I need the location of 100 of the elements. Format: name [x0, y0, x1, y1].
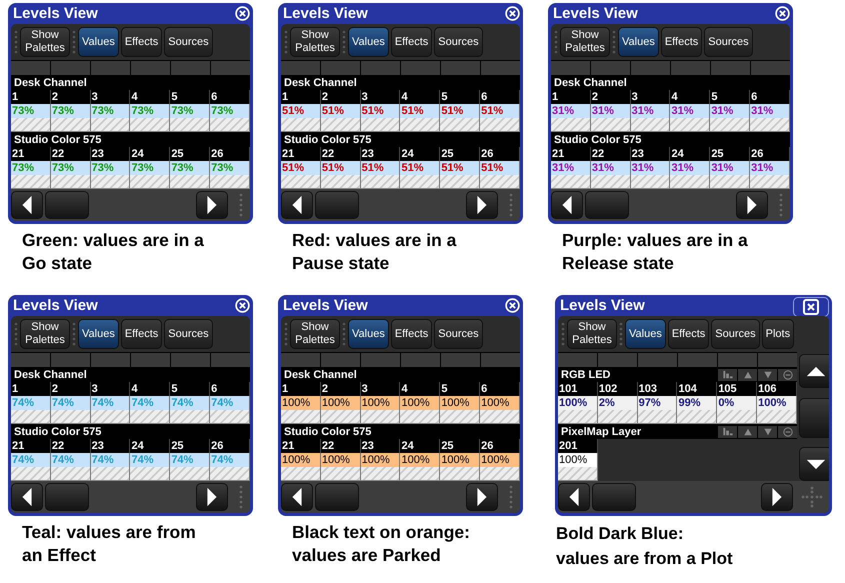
scroll-up-button[interactable] — [799, 354, 829, 388]
channel-number: 1 — [11, 90, 51, 104]
channel-number: 24 — [400, 439, 440, 453]
group-name: Studio Color 575 — [283, 134, 372, 146]
scroll-left-button[interactable] — [281, 483, 313, 511]
hatched-cell — [90, 467, 130, 481]
channel-number: 4 — [130, 90, 170, 104]
level-value: 51% — [320, 161, 361, 175]
close-icon[interactable] — [505, 6, 520, 21]
resize-grip-icon[interactable] — [801, 486, 823, 508]
tab[interactable]: Values — [625, 319, 666, 349]
close-icon[interactable] — [235, 6, 250, 21]
level-value: 73% — [130, 104, 170, 118]
tab[interactable]: Values — [348, 27, 389, 57]
scroll-right-button[interactable] — [736, 191, 768, 219]
scroll-right-button[interactable] — [466, 483, 498, 511]
level-value: 100% — [320, 453, 361, 467]
close-icon[interactable] — [505, 298, 520, 313]
channel-number: 201 — [558, 439, 598, 453]
group-name: Studio Color 575 — [553, 134, 642, 146]
tab[interactable]: Effects — [390, 319, 432, 349]
channel-number: 3 — [90, 382, 130, 396]
channel-number: 5 — [170, 382, 210, 396]
scroll-down-button[interactable] — [799, 447, 829, 481]
tab[interactable]: Show Palettes — [560, 27, 610, 57]
tab[interactable]: Show Palettes — [20, 319, 70, 349]
grip-icon — [72, 321, 76, 347]
channel-number: 5 — [710, 90, 750, 104]
tab[interactable]: Sources — [711, 319, 760, 349]
scroll-thumb[interactable] — [45, 483, 89, 511]
bars-icon[interactable] — [718, 426, 737, 438]
left-triangle-icon — [290, 486, 304, 508]
tab[interactable]: Effects — [120, 319, 162, 349]
channel-number: 25 — [170, 147, 210, 161]
scroll-right-button[interactable] — [761, 483, 793, 511]
grip-icon — [72, 29, 76, 55]
scroll-right-button[interactable] — [196, 483, 228, 511]
channel-number: 4 — [400, 382, 440, 396]
scroll-thumb[interactable] — [315, 483, 359, 511]
grip-icon — [14, 29, 18, 55]
level-value: 100% — [558, 453, 598, 467]
scroll-left-button[interactable] — [11, 191, 43, 219]
close-icon[interactable] — [775, 6, 790, 21]
level-value: 51% — [400, 161, 440, 175]
tab[interactable]: Show Palettes — [290, 27, 340, 57]
level-value: 74% — [50, 396, 91, 410]
scroll-right-button[interactable] — [196, 191, 228, 219]
tab[interactable]: Show Palettes — [567, 319, 617, 349]
hatched-cell — [710, 118, 750, 132]
hatched-cell — [11, 467, 51, 481]
tab[interactable]: Sources — [164, 27, 213, 57]
scroll-thumb[interactable] — [315, 191, 359, 219]
group-name: Desk Channel — [13, 76, 87, 88]
level-value: 74% — [170, 396, 210, 410]
tab[interactable]: Plots — [762, 319, 794, 349]
hatched-cell — [710, 175, 750, 189]
tab[interactable]: Values — [618, 27, 659, 57]
tab[interactable]: Effects — [390, 27, 432, 57]
tab[interactable]: Sources — [704, 27, 753, 57]
left-triangle-icon — [20, 486, 34, 508]
channel-number: 25 — [710, 147, 750, 161]
close-icon[interactable] — [235, 298, 250, 313]
tab[interactable]: Show Palettes — [20, 27, 70, 57]
scroll-thumb[interactable] — [45, 191, 89, 219]
level-value: 100% — [360, 396, 400, 410]
bars-icon[interactable] — [718, 368, 737, 380]
scroll-thumb[interactable] — [799, 398, 829, 438]
grip-icon — [284, 29, 288, 55]
level-value: 73% — [90, 161, 130, 175]
tab[interactable]: Values — [78, 319, 119, 349]
scroll-left-button[interactable] — [11, 483, 43, 511]
scroll-left-button[interactable] — [281, 191, 313, 219]
scroll-thumb[interactable] — [592, 483, 636, 511]
scroll-right-button[interactable] — [466, 191, 498, 219]
hatched-cell — [281, 175, 321, 189]
window-title: Levels View — [552, 5, 638, 22]
tab[interactable]: Effects — [668, 319, 710, 349]
tab[interactable]: Effects — [120, 27, 162, 57]
scroll-left-button[interactable] — [551, 191, 583, 219]
channel-number: 23 — [360, 147, 400, 161]
level-value: 73% — [130, 161, 170, 175]
channel-number: 3 — [90, 90, 130, 104]
tab[interactable]: Show Palettes — [290, 319, 340, 349]
hatched-cell — [170, 467, 210, 481]
channel-number: 4 — [130, 382, 170, 396]
tab[interactable]: Values — [348, 319, 389, 349]
scroll-left-button[interactable] — [558, 483, 590, 511]
tab[interactable]: Sources — [434, 27, 483, 57]
tab[interactable]: Sources — [164, 319, 213, 349]
level-value: 73% — [11, 161, 51, 175]
scroll-thumb[interactable] — [585, 191, 629, 219]
channel-number: 5 — [170, 90, 210, 104]
right-triangle-icon — [205, 486, 219, 508]
hatched-cell — [360, 410, 400, 424]
tab[interactable]: Effects — [660, 27, 702, 57]
tab[interactable]: Values — [78, 27, 119, 57]
left-triangle-icon — [20, 194, 34, 216]
tab[interactable]: Sources — [434, 319, 483, 349]
channel-number: 6 — [480, 382, 520, 396]
level-value: 100% — [400, 396, 440, 410]
